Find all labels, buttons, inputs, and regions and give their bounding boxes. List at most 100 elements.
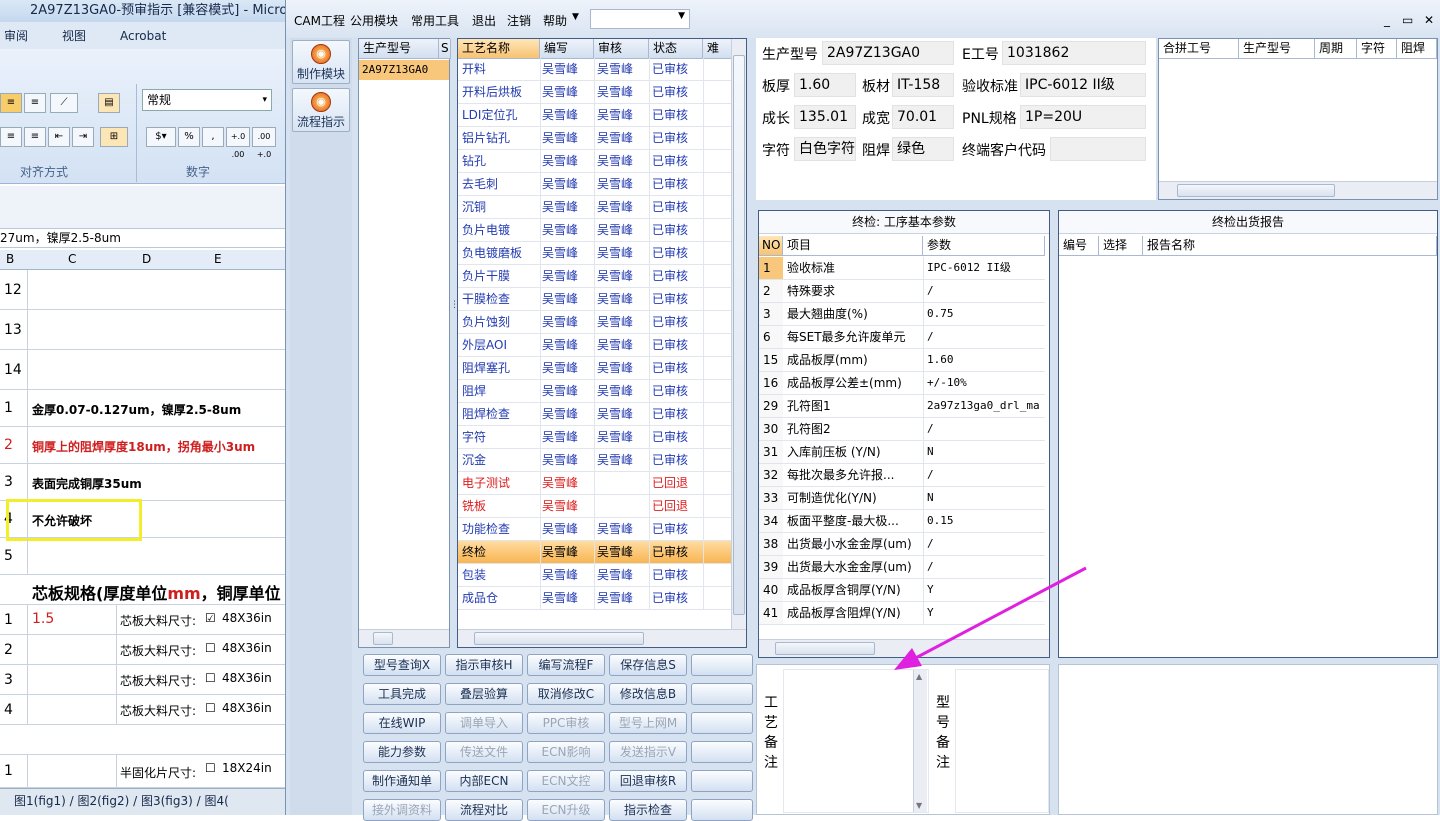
process-row[interactable]: 负片电镀 吴雪峰 吴雪峰 已审核 xyxy=(458,219,732,242)
action-button[interactable]: 传送文件 xyxy=(445,741,523,763)
checkbox[interactable]: ☐ xyxy=(205,701,216,715)
sheet-row[interactable]: 12 xyxy=(0,270,285,310)
align-right-icon[interactable]: ≡ xyxy=(24,127,46,147)
action-button[interactable]: 叠层验算 xyxy=(445,683,523,705)
sheet-row[interactable]: 2 铜厚上的阻焊厚度18um，拐角最小3um xyxy=(0,427,285,464)
action-button[interactable]: ECN文控 xyxy=(527,770,605,792)
semi-row[interactable]: 1 半固化片尺寸: ☐ 18X24in xyxy=(0,755,285,788)
param-value[interactable]: / xyxy=(927,418,1043,440)
chevron-down-icon[interactable]: ▼ xyxy=(572,12,579,22)
param-row[interactable]: 16 成品板厚公差±(mm) +/-10% xyxy=(759,372,1045,395)
process-row[interactable]: 干膜检查 吴雪峰 吴雪峰 已审核 xyxy=(458,288,732,311)
menu-cam[interactable]: CAM工程 xyxy=(294,12,345,29)
checkbox[interactable]: ☐ xyxy=(205,641,216,655)
checkbox[interactable]: ☐ xyxy=(205,761,216,775)
param-value[interactable]: / xyxy=(927,464,1043,486)
process-row[interactable]: 沉铜 吴雪峰 吴雪峰 已审核 xyxy=(458,196,732,219)
param-value[interactable]: IPC-6012 II级 xyxy=(927,257,1043,279)
vertical-scrollbar[interactable]: ▲ ▼ xyxy=(913,670,927,812)
col-report-no[interactable]: 编号 xyxy=(1059,236,1099,256)
col-d[interactable]: D xyxy=(142,252,151,266)
horizontal-scrollbar[interactable] xyxy=(458,629,746,647)
process-row[interactable]: 铝片钻孔 吴雪峰 吴雪峰 已审核 xyxy=(458,127,732,150)
process-row[interactable]: 阻焊 吴雪峰 吴雪峰 已审核 xyxy=(458,380,732,403)
process-row[interactable]: 字符 吴雪峰 吴雪峰 已审核 xyxy=(458,426,732,449)
param-value[interactable]: / xyxy=(927,280,1043,302)
col-process-name[interactable]: 工艺名称 xyxy=(458,39,540,59)
restore-icon[interactable]: ▭ xyxy=(1402,13,1413,27)
action-button[interactable]: 内部ECN xyxy=(445,770,523,792)
sheet-row[interactable]: 3 表面完成铜厚35um xyxy=(0,464,285,501)
tab-view[interactable]: 视图 xyxy=(62,27,86,44)
increase-indent-icon[interactable]: ⇥ xyxy=(72,127,94,147)
action-button[interactable]: 型号上网M xyxy=(609,712,687,734)
action-button[interactable]: 型号查询X xyxy=(363,654,441,676)
length-field[interactable]: 135.01 xyxy=(794,105,856,129)
process-row[interactable]: LDI定位孔 吴雪峰 吴雪峰 已审核 xyxy=(458,104,732,127)
param-row[interactable]: 34 板面平整度-最大极... 0.15 xyxy=(759,510,1045,533)
menu-common-module[interactable]: 公用模块 xyxy=(350,12,398,29)
customer-field[interactable] xyxy=(1050,137,1146,161)
process-row[interactable]: 沉金 吴雪峰 吴雪峰 已审核 xyxy=(458,449,732,472)
formula-bar[interactable]: 27um，镍厚2.5-8um xyxy=(0,228,285,248)
param-row[interactable]: 29 孔符图1 2a97z13ga0_drl_ma xyxy=(759,395,1045,418)
param-value[interactable]: 2a97z13ga0_drl_ma xyxy=(927,395,1043,417)
action-button[interactable]: PPC审核 xyxy=(527,712,605,734)
param-value[interactable]: 1.60 xyxy=(927,349,1043,371)
core-row[interactable]: 4 芯板大料尺寸: ☐ 48X36in xyxy=(0,695,285,725)
param-row[interactable]: 3 最大翘曲度(%) 0.75 xyxy=(759,303,1045,326)
make-module-button[interactable]: ◉ 制作模块 xyxy=(292,40,350,84)
col-merge-mask[interactable]: 阻焊 xyxy=(1397,39,1437,59)
model-item[interactable]: 2A97Z13GA0 xyxy=(359,60,449,80)
action-button[interactable]: 保存信息S xyxy=(609,654,687,676)
process-row[interactable]: 阻焊检查 吴雪峰 吴雪峰 已审核 xyxy=(458,403,732,426)
param-value[interactable]: +/-10% xyxy=(927,372,1043,394)
action-button[interactable]: 制作通知单 xyxy=(363,770,441,792)
action-button[interactable]: 指示审核H xyxy=(445,654,523,676)
param-row[interactable]: 38 出货最小水金金厚(um) / xyxy=(759,533,1045,556)
model-remark-textarea[interactable] xyxy=(955,669,1049,813)
menu-logout[interactable]: 注销 xyxy=(507,12,531,29)
col-reviewer[interactable]: 审核 xyxy=(594,39,649,59)
process-row[interactable]: 外层AOI 吴雪峰 吴雪峰 已审核 xyxy=(458,334,732,357)
param-value[interactable]: 0.75 xyxy=(927,303,1043,325)
thickness-field[interactable]: 1.60 xyxy=(794,73,856,97)
action-button[interactable]: 调单导入 xyxy=(445,712,523,734)
number-format-select[interactable]: 常规 ▾ xyxy=(142,89,272,111)
param-value[interactable]: N xyxy=(927,441,1043,463)
merge-cells-icon[interactable]: ⊞ xyxy=(100,127,128,147)
tab-acrobat[interactable]: Acrobat xyxy=(120,29,166,43)
menu-exit[interactable]: 退出 xyxy=(472,12,496,29)
decrease-decimal-button[interactable]: .00 +.0 xyxy=(252,127,276,159)
param-value[interactable]: / xyxy=(927,533,1043,555)
process-row[interactable]: 电子测试 吴雪峰 已回退 xyxy=(458,472,732,495)
process-remark-textarea[interactable] xyxy=(783,669,929,813)
action-button[interactable]: 回退审核R xyxy=(609,770,687,792)
action-button[interactable] xyxy=(691,712,753,734)
param-row[interactable]: 33 可制造优化(Y/N) N xyxy=(759,487,1045,510)
param-row[interactable]: 31 入库前压板 (Y/N) N xyxy=(759,441,1045,464)
action-button[interactable]: ECN影响 xyxy=(527,741,605,763)
model-field[interactable]: 2A97Z13GA0 xyxy=(822,41,954,65)
action-button[interactable]: 修改信息B xyxy=(609,683,687,705)
menu-combo[interactable]: ▼ xyxy=(590,9,690,29)
col-item[interactable]: 项目 xyxy=(783,236,923,256)
process-row[interactable]: 包装 吴雪峰 吴雪峰 已审核 xyxy=(458,564,732,587)
core-row[interactable]: 2 芯板大料尺寸: ☐ 48X36in xyxy=(0,635,285,665)
width-field[interactable]: 70.01 xyxy=(892,105,954,129)
action-button[interactable] xyxy=(691,770,753,792)
decrease-indent-icon[interactable]: ⇤ xyxy=(48,127,70,147)
core-row[interactable]: 3 芯板大料尺寸: ☐ 48X36in xyxy=(0,665,285,695)
action-button[interactable]: ECN升级 xyxy=(527,799,605,821)
process-row[interactable]: 开料 吴雪峰 吴雪峰 已审核 xyxy=(458,58,732,81)
col-merge-char[interactable]: 字符 xyxy=(1357,39,1397,59)
process-row[interactable]: 去毛刺 吴雪峰 吴雪峰 已审核 xyxy=(458,173,732,196)
mask-field[interactable]: 绿色 xyxy=(892,137,954,161)
action-button[interactable] xyxy=(691,683,753,705)
close-icon[interactable]: ✕ xyxy=(1424,13,1434,27)
increase-decimal-button[interactable]: +.0 .00 xyxy=(226,127,250,159)
sheet-row[interactable] xyxy=(0,725,285,755)
param-row[interactable]: 2 特殊要求 / xyxy=(759,280,1045,303)
char-field[interactable]: 白色字符 xyxy=(794,137,856,161)
action-button[interactable]: 在线WIP xyxy=(363,712,441,734)
